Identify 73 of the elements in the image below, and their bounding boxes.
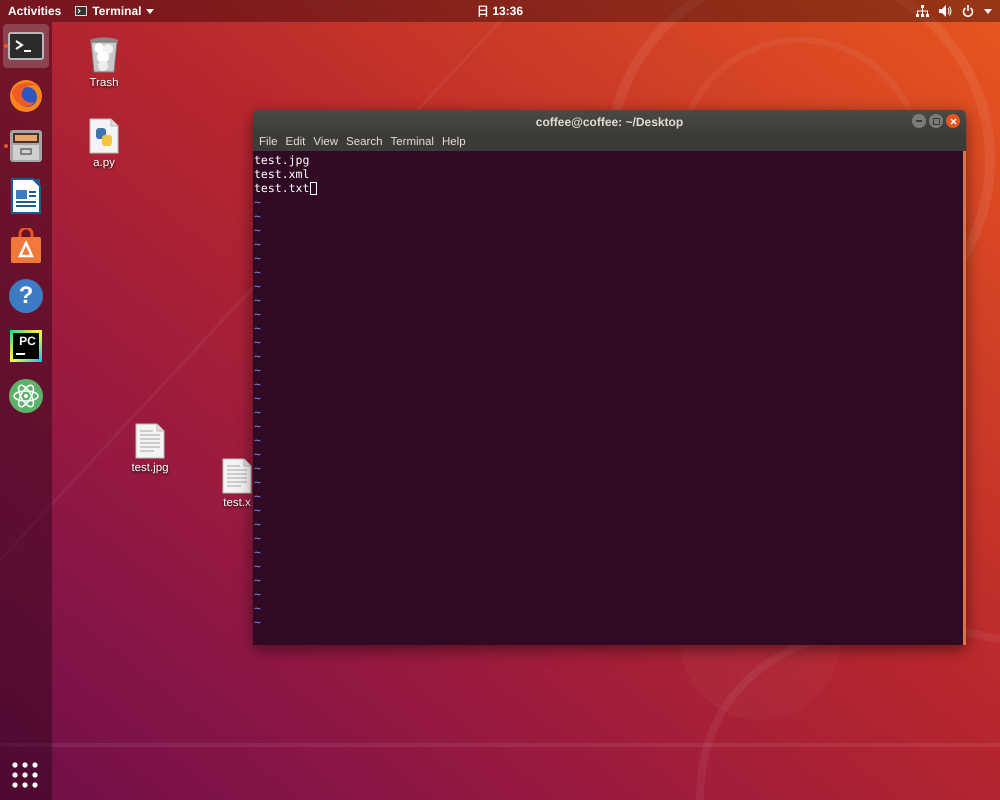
terminal-line: test.xml: [254, 167, 310, 181]
empty-line-marker: ~: [254, 475, 261, 489]
minimize-icon: [916, 120, 922, 122]
file-cabinet-icon: [9, 129, 43, 163]
caret-icon[interactable]: [984, 8, 992, 14]
icon-label: test.jpg: [131, 462, 169, 474]
close-button[interactable]: [946, 114, 960, 128]
terminal-line: test.jpg: [254, 153, 310, 167]
empty-line-marker: ~: [254, 517, 261, 531]
terminal-line: test.txt: [254, 181, 318, 195]
empty-line-marker: ~: [254, 489, 261, 503]
empty-line-marker: ~: [254, 335, 261, 349]
empty-line-marker: ~: [254, 251, 261, 265]
terminal-icon: [75, 6, 88, 16]
trash-icon[interactable]: [88, 36, 120, 74]
terminal-icon: [8, 32, 44, 60]
empty-line-marker: ~: [254, 195, 261, 209]
app-menu[interactable]: Terminal: [75, 4, 154, 18]
empty-line-marker: ~: [254, 349, 261, 363]
icon-label: a.py: [93, 157, 115, 169]
empty-line-marker: ~: [254, 573, 261, 587]
icon-label: Trash: [90, 77, 118, 89]
document-icon: [11, 178, 41, 214]
apps-grid-icon[interactable]: [12, 762, 38, 788]
empty-line-marker: ~: [254, 433, 261, 447]
empty-line-marker: ~: [254, 531, 261, 545]
python-file-icon[interactable]: [89, 118, 119, 154]
empty-line-marker: ~: [254, 279, 261, 293]
empty-line-marker: ~: [254, 461, 261, 475]
menu-item[interactable]: Terminal: [386, 136, 438, 148]
empty-line-marker: ~: [254, 321, 261, 335]
empty-line-marker: ~: [254, 307, 261, 321]
empty-line-marker: ~: [254, 391, 261, 405]
menu-item[interactable]: Help: [438, 136, 470, 148]
document-icon[interactable]: [222, 458, 252, 494]
minimize-button[interactable]: [912, 114, 926, 128]
menu-item[interactable]: View: [309, 136, 342, 148]
empty-line-marker: ~: [254, 559, 261, 573]
empty-line-marker: ~: [254, 265, 261, 279]
menu-item[interactable]: Edit: [282, 136, 310, 148]
menu-item[interactable]: File: [255, 136, 282, 148]
empty-line-marker: ~: [254, 615, 261, 629]
close-icon: [950, 118, 956, 124]
maximize-icon: [932, 118, 940, 124]
network-icon[interactable]: [916, 5, 929, 17]
code-editor-icon: PC: [10, 330, 42, 362]
document-icon[interactable]: [135, 423, 165, 459]
empty-line-marker: ~: [254, 503, 261, 517]
empty-line-marker: ~: [254, 293, 261, 307]
empty-line-marker: ~: [254, 363, 261, 377]
empty-line-marker: ~: [254, 405, 261, 419]
empty-line-marker: ~: [254, 237, 261, 251]
empty-line-marker: ~: [254, 419, 261, 433]
dock-item[interactable]: PC: [3, 324, 49, 368]
empty-line-marker: ~: [254, 377, 261, 391]
activities-button[interactable]: Activities: [8, 4, 62, 18]
dock-item[interactable]: [3, 24, 49, 68]
caret-icon: [146, 8, 154, 14]
volume-icon[interactable]: [939, 5, 952, 17]
empty-line-marker: ~: [254, 587, 261, 601]
empty-line-marker: ~: [254, 545, 261, 559]
empty-line-marker: ~: [254, 223, 261, 237]
shopping-bag-icon: [9, 228, 43, 264]
empty-line-marker: ~: [254, 209, 261, 223]
clock[interactable]: 日 13:36: [476, 2, 524, 20]
power-icon[interactable]: [962, 5, 974, 17]
browser-icon: [8, 78, 44, 114]
empty-line-marker: ~: [254, 601, 261, 615]
icon-label: test.x: [223, 497, 251, 509]
empty-line-marker: ~: [254, 447, 261, 461]
menu-item[interactable]: Search: [342, 136, 387, 148]
window-title: coffee@coffee: ~/Desktop: [536, 114, 684, 128]
atom-icon: [8, 378, 44, 414]
